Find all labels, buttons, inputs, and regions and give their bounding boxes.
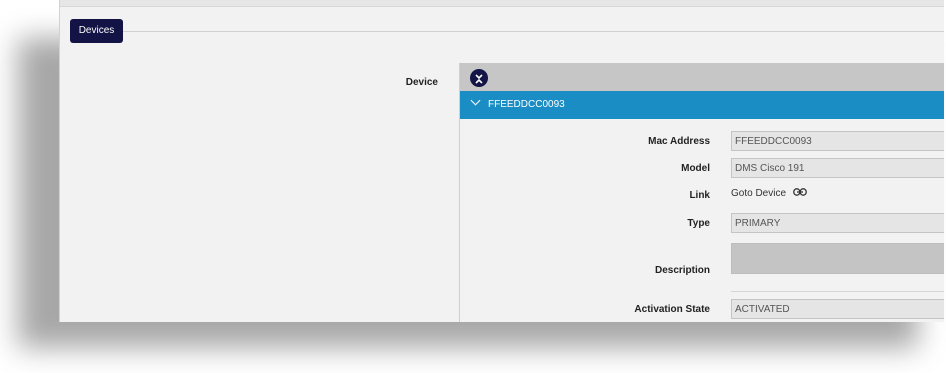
type-label: Type	[687, 218, 710, 229]
tab-devices[interactable]: Devices	[70, 19, 123, 43]
link-label: Link	[689, 190, 710, 201]
section-divider	[70, 31, 944, 32]
devices-card: Devices Device FFEEDDCC0093 Mac Address …	[59, 0, 944, 322]
device-item-title: FFEEDDCC0093	[488, 99, 565, 110]
chevron-down-icon	[470, 95, 481, 106]
device-panel-header	[460, 63, 944, 91]
description-label: Description	[654, 265, 710, 276]
device-label: Device	[405, 77, 438, 88]
device-panel: FFEEDDCC0093 Mac Address FFEEDDCC0093 Mo…	[459, 63, 944, 322]
activation-state-label: Activation State	[634, 304, 710, 315]
mac-address-label: Mac Address	[648, 136, 710, 147]
device-item-header[interactable]: FFEEDDCC0093	[460, 91, 944, 119]
card-top-border	[60, 0, 944, 7]
goto-device-text: Goto Device	[731, 188, 787, 200]
chevron-collapse-icon	[474, 73, 484, 84]
type-field[interactable]: PRIMARY	[731, 213, 944, 233]
link-icon	[792, 188, 807, 199]
collapse-all-button[interactable]	[470, 69, 488, 87]
goto-device-link[interactable]: Goto Device	[731, 188, 807, 199]
model-label: Model	[681, 163, 710, 174]
model-field[interactable]: DMS Cisco 191	[731, 158, 944, 178]
description-field[interactable]	[731, 243, 944, 274]
description-divider	[731, 291, 944, 292]
activation-state-field[interactable]: ACTIVATED	[731, 299, 944, 319]
mac-address-field[interactable]: FFEEDDCC0093	[731, 131, 944, 151]
